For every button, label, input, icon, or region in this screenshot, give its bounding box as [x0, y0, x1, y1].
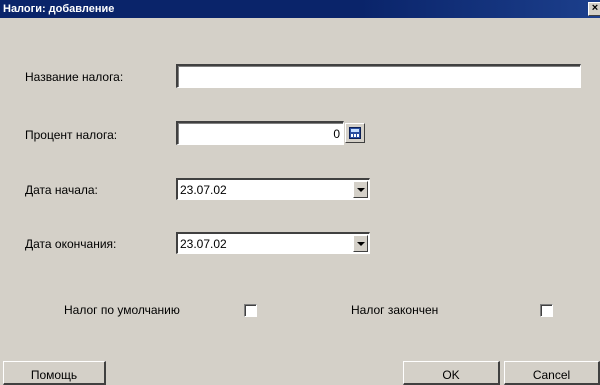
title-bar[interactable]: Налоги: добавление × [0, 0, 600, 18]
tax-finished-label: Налог закончен [351, 303, 439, 317]
chevron-down-icon [357, 242, 365, 246]
cancel-button-label: Cancel [532, 367, 571, 382]
calculator-icon [349, 127, 361, 139]
tax-percent-input[interactable] [176, 121, 344, 145]
window-title: Налоги: добавление [3, 3, 115, 15]
help-button[interactable]: Помощь [3, 361, 106, 385]
chevron-down-icon [357, 188, 365, 192]
close-icon: × [591, 2, 599, 14]
ok-button-label: OK [442, 367, 460, 382]
close-button[interactable]: × [588, 2, 600, 16]
ok-button[interactable]: OK [403, 361, 500, 385]
end-date-label: Дата окончания: [25, 237, 117, 251]
help-button-label: Помощь [30, 367, 78, 382]
default-tax-label: Налог по умолчанию [64, 303, 180, 317]
end-date-select[interactable]: 23.07.02 [176, 232, 370, 254]
start-date-label: Дата начала: [25, 183, 98, 197]
end-date-dropdown-button[interactable] [353, 235, 368, 252]
end-date-value: 23.07.02 [180, 237, 227, 251]
calculator-button[interactable] [345, 123, 365, 143]
default-tax-checkbox[interactable] [244, 304, 257, 317]
cancel-button[interactable]: Cancel [504, 361, 600, 385]
start-date-dropdown-button[interactable] [353, 181, 368, 198]
start-date-value: 23.07.02 [180, 183, 227, 197]
tax-add-dialog: Налоги: добавление × Название налога: Пр… [0, 0, 600, 385]
start-date-select[interactable]: 23.07.02 [176, 178, 370, 200]
tax-percent-label: Процент налога: [25, 128, 118, 142]
tax-name-label: Название налога: [25, 70, 124, 84]
tax-name-input[interactable] [176, 64, 581, 88]
tax-finished-checkbox[interactable] [540, 304, 553, 317]
